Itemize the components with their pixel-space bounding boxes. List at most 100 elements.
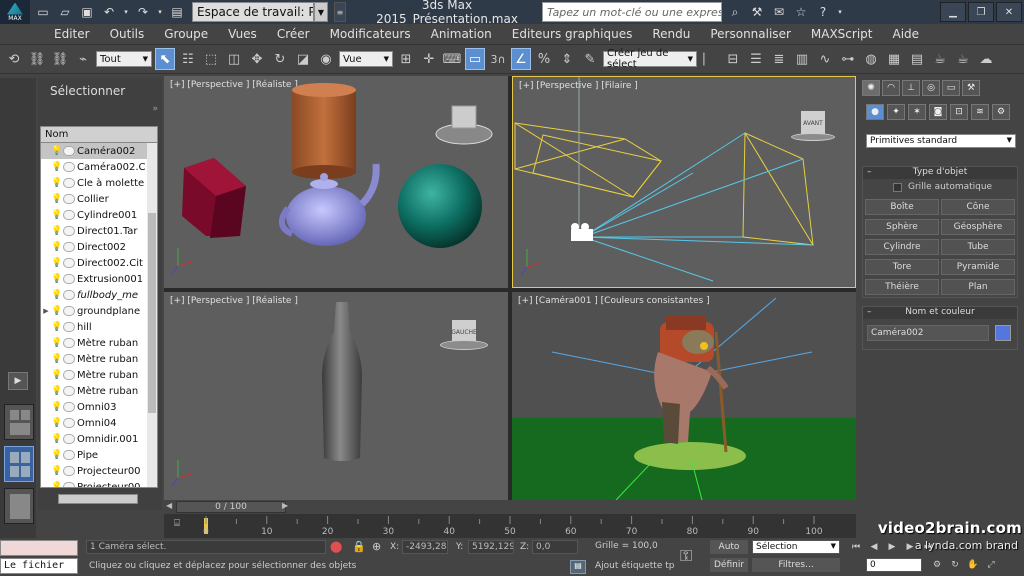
- scene-object-row[interactable]: 💡 Collier: [41, 191, 157, 207]
- window-crossing-icon[interactable]: ◫: [224, 48, 244, 70]
- hide-toggle-icon[interactable]: 💡: [51, 434, 62, 444]
- hide-toggle-icon[interactable]: 💡: [51, 242, 62, 252]
- rotate-icon[interactable]: ↻: [270, 48, 290, 70]
- select-manipulate-icon[interactable]: ✛: [419, 48, 439, 70]
- scene-object-row[interactable]: 💡 Omnidir.001: [41, 431, 157, 447]
- scene-object-row[interactable]: 💡 Omni04: [41, 415, 157, 431]
- menu-item-10[interactable]: MAXScript: [801, 27, 883, 41]
- scene-object-row[interactable]: 💡 Projecteur00: [41, 463, 157, 479]
- scene-object-row[interactable]: 💡 Direct01.Tar: [41, 223, 157, 239]
- utilities-tab-icon[interactable]: ⚒: [962, 80, 980, 96]
- cameras-icon[interactable]: ◙: [929, 104, 947, 120]
- shapes-icon[interactable]: ✦: [887, 104, 905, 120]
- menu-item-0[interactable]: Editer: [44, 27, 100, 41]
- maxscript-listener-top[interactable]: [0, 540, 78, 556]
- select-object-icon[interactable]: ⬉: [155, 48, 175, 70]
- hide-toggle-icon[interactable]: 💡: [51, 258, 62, 268]
- helpers-icon[interactable]: ⊡: [950, 104, 968, 120]
- time-slider[interactable]: 0 / 100: [176, 501, 286, 513]
- layout-quad-button[interactable]: [4, 446, 34, 482]
- orbit-icon[interactable]: ↻: [948, 558, 962, 572]
- go-to-start-icon[interactable]: ⏮: [848, 540, 864, 554]
- previous-frame-icon[interactable]: ◀: [866, 540, 882, 554]
- explorer-expand-icon[interactable]: »: [152, 104, 158, 114]
- hide-toggle-icon[interactable]: 💡: [51, 482, 62, 487]
- move-icon[interactable]: ✥: [247, 48, 267, 70]
- hide-toggle-icon[interactable]: 💡: [51, 146, 62, 156]
- menu-item-3[interactable]: Vues: [218, 27, 267, 41]
- hide-toggle-icon[interactable]: 💡: [51, 354, 62, 364]
- subscription-icon[interactable]: ⚒: [748, 3, 766, 21]
- scene-object-row[interactable]: 💡 Caméra002.C: [41, 159, 157, 175]
- expand-arrow-icon[interactable]: ▶: [41, 307, 51, 315]
- unlink-icon[interactable]: ⛓: [50, 48, 70, 70]
- scene-object-row[interactable]: 💡 Direct002.Cit: [41, 255, 157, 271]
- hide-toggle-icon[interactable]: 💡: [51, 466, 62, 476]
- named-selection-set-select[interactable]: Créer jeu de sélect ▼: [603, 48, 697, 70]
- space-warps-icon[interactable]: ≋: [971, 104, 989, 120]
- hide-toggle-icon[interactable]: 💡: [51, 386, 62, 396]
- scene-object-row[interactable]: 💡 Extrusion001: [41, 271, 157, 287]
- create-4-button[interactable]: Cylindre: [865, 239, 939, 255]
- hide-toggle-icon[interactable]: 💡: [51, 370, 62, 380]
- hide-toggle-icon[interactable]: 💡: [51, 194, 62, 204]
- help-icon[interactable]: ?: [814, 3, 832, 21]
- render-production-icon[interactable]: ☕: [930, 48, 950, 70]
- pan-icon[interactable]: ✋: [966, 558, 980, 572]
- maxscript-listener-field[interactable]: Le fichier: [0, 558, 78, 574]
- link-icon[interactable]: ⛓: [27, 48, 47, 70]
- scene-object-row[interactable]: 💡 Mètre ruban: [41, 351, 157, 367]
- scene-list-scrollbar[interactable]: [147, 143, 157, 487]
- scene-object-row[interactable]: 💡 Direct002: [41, 239, 157, 255]
- hide-toggle-icon[interactable]: 💡: [51, 338, 62, 348]
- viewport-perspective-realistic-2[interactable]: [+] [Perspective ] [Réaliste ] GAUCHE: [164, 292, 508, 500]
- keyboard-shortcut-override-icon[interactable]: ⌨: [442, 48, 462, 70]
- scale-icon[interactable]: ◪: [293, 48, 313, 70]
- create-1-button[interactable]: Cône: [941, 199, 1015, 215]
- material-editor-icon[interactable]: ◍: [861, 48, 881, 70]
- isolate-selection-icon[interactable]: ⬤: [330, 540, 342, 553]
- select-by-name-icon[interactable]: ☷: [178, 48, 198, 70]
- hide-toggle-icon[interactable]: 💡: [51, 450, 62, 460]
- rendered-frame-window-icon[interactable]: ▤: [907, 48, 927, 70]
- minimize-button[interactable]: ▁: [940, 2, 966, 22]
- rectangular-selection-icon[interactable]: ⬚: [201, 48, 221, 70]
- motion-tab-icon[interactable]: ◎: [922, 80, 940, 96]
- layout-four-views-button[interactable]: [4, 404, 34, 440]
- hide-toggle-icon[interactable]: 💡: [51, 178, 62, 188]
- project-folder-icon[interactable]: ▤: [168, 3, 186, 21]
- lights-icon[interactable]: ✶: [908, 104, 926, 120]
- object-color-swatch[interactable]: [995, 325, 1011, 341]
- pivot-center-icon[interactable]: ⊞: [396, 48, 416, 70]
- close-button[interactable]: ✕: [996, 2, 1022, 22]
- hide-toggle-icon[interactable]: 💡: [51, 290, 62, 300]
- place-icon[interactable]: ◉: [316, 48, 336, 70]
- hide-toggle-icon[interactable]: 💡: [51, 306, 62, 316]
- hide-toggle-icon[interactable]: 💡: [51, 274, 62, 284]
- create-8-button[interactable]: Théière: [865, 279, 939, 295]
- viewcube-ring[interactable]: [440, 340, 488, 350]
- undo-dropdown-icon[interactable]: ▾: [122, 3, 130, 21]
- track-bar[interactable]: ⌸ 0 10 20 30 40 50 60 70 80 90 100: [164, 514, 856, 538]
- title-menu-icon[interactable]: ≡: [334, 2, 346, 22]
- geometry-icon[interactable]: ●: [866, 104, 884, 120]
- menu-item-4[interactable]: Créer: [267, 27, 320, 41]
- mirror-icon[interactable]: ⎸: [700, 48, 720, 70]
- undo-icon[interactable]: ↶: [100, 3, 118, 21]
- manipulate-icon[interactable]: ▭: [465, 48, 485, 70]
- play-icon[interactable]: ▶: [884, 540, 900, 554]
- render-in-cloud-icon[interactable]: ☁: [976, 48, 996, 70]
- search-input[interactable]: Tapez un mot-clé ou une expression: [542, 2, 722, 22]
- help-dropdown-icon[interactable]: ▾: [836, 3, 844, 21]
- scene-object-row[interactable]: 💡 Mètre ruban: [41, 383, 157, 399]
- modify-tab-icon[interactable]: ◠: [882, 80, 900, 96]
- scene-object-row[interactable]: 💡 Pipe: [41, 447, 157, 463]
- favorites-star-icon[interactable]: ☆: [792, 3, 810, 21]
- scene-object-row[interactable]: 💡 Mètre ruban: [41, 335, 157, 351]
- spinner-snap-icon[interactable]: ⇕: [557, 48, 577, 70]
- time-tag-icon[interactable]: ▤: [570, 560, 586, 574]
- scene-object-row[interactable]: 💡 Cylindre001: [41, 207, 157, 223]
- time-config-icon[interactable]: ⚙: [930, 558, 944, 572]
- set-key-button[interactable]: Définir C.: [710, 558, 748, 572]
- hierarchy-tab-icon[interactable]: ⊥: [902, 80, 920, 96]
